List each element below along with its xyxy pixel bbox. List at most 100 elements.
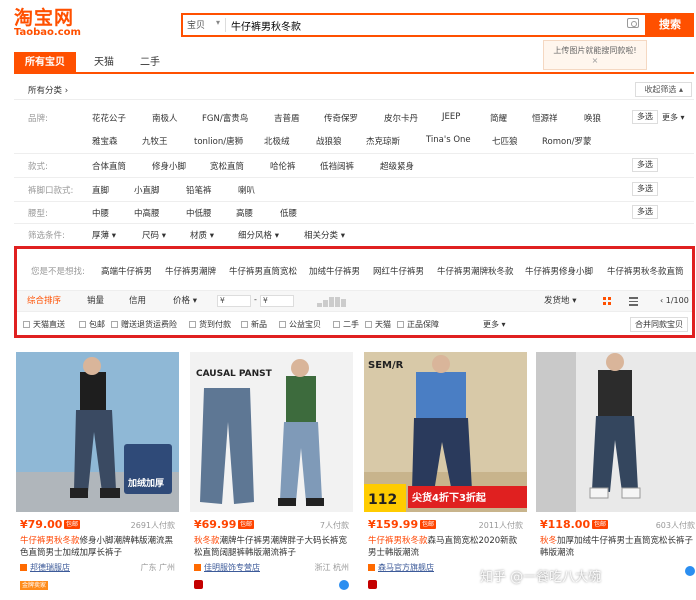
style-option[interactable]: 超级紧身 <box>380 160 414 172</box>
option-charity[interactable]: 公益宝贝 <box>279 319 321 330</box>
option-return-insurance[interactable]: 赠送退货运费险 <box>111 319 177 330</box>
condition-related-dropdown[interactable]: 相关分类 ▾ <box>304 229 345 241</box>
brand-option[interactable]: 花花公子 <box>92 112 126 124</box>
guess-suggestion[interactable]: 网红牛仔裤男 <box>373 265 424 277</box>
brand-option[interactable]: 唤狼 <box>584 112 601 124</box>
product-card[interactable]: SEM/R 112 尖货4折下3折起 ¥159.99 包邮 2011人付款 牛仔… <box>364 352 527 600</box>
list-view-icon[interactable] <box>629 297 638 306</box>
style-multi-select-button[interactable]: 多选 <box>632 158 658 172</box>
product-title[interactable]: 秋冬款潮牌牛仔裤男潮牌胖子大码长裤宽松直筒阔腿裤韩版潮流裤子 <box>194 535 350 559</box>
guess-suggestion[interactable]: 牛仔裤男潮牌 <box>165 265 216 277</box>
brand-option[interactable]: 杰克琼斯 <box>366 135 400 147</box>
leg-option[interactable]: 喇叭 <box>238 184 255 196</box>
brand-option[interactable]: Romon/罗蒙 <box>542 135 591 147</box>
condition-size-dropdown[interactable]: 尺码 ▾ <box>142 229 166 241</box>
product-image[interactable]: CAUSAL PANST <box>190 352 353 512</box>
brand-option[interactable]: 皮尔卡丹 <box>384 112 418 124</box>
guess-suggestion[interactable]: 牛仔裤男直筒宽松 <box>229 265 297 277</box>
leg-option[interactable]: 直脚 <box>92 184 109 196</box>
price-max-input[interactable]: ¥ <box>260 295 294 307</box>
option-new[interactable]: 新品 <box>241 319 267 330</box>
sort-price[interactable]: 价格 ▾ <box>173 291 197 311</box>
brand-option[interactable]: tonlion/唐狮 <box>194 135 243 147</box>
brand-option[interactable]: Tina's One <box>426 135 471 145</box>
option-cod[interactable]: 货到付款 <box>189 319 231 330</box>
brand-more-button[interactable]: 更多 ▾ <box>662 112 685 123</box>
style-option[interactable]: 低裆阔裤 <box>320 160 354 172</box>
search-scope-select[interactable]: 宝贝 <box>187 18 205 31</box>
leg-option[interactable]: 铅笔裤 <box>186 184 212 196</box>
leg-option[interactable]: 小直脚 <box>134 184 160 196</box>
brand-option[interactable]: 恒源祥 <box>532 112 558 124</box>
wangwang-chat-icon[interactable] <box>339 580 349 590</box>
ship-from-dropdown[interactable]: 发货地 ▾ <box>544 291 576 311</box>
shop-link[interactable]: 邦德瑞服店 <box>30 563 70 572</box>
brand-option[interactable]: 雅宝森 <box>92 135 118 147</box>
guess-suggestion[interactable]: 牛仔裤男修身小脚 <box>525 265 593 277</box>
brand-option[interactable]: 七匹狼 <box>492 135 518 147</box>
product-image[interactable]: 加绒加厚 <box>16 352 179 512</box>
style-option[interactable]: 宽松直筒 <box>210 160 244 172</box>
brand-option[interactable]: FGN/富贵鸟 <box>202 112 248 124</box>
waist-option[interactable]: 中腰 <box>92 207 109 219</box>
all-categories-link[interactable]: 所有分类 › <box>28 84 68 96</box>
guess-suggestion[interactable]: 牛仔裤男潮牌秋冬款 <box>437 265 514 277</box>
product-title[interactable]: 秋冬加厚加绒牛仔裤男士直筒宽松长裤子韩版潮流 <box>540 535 696 559</box>
product-image[interactable]: SEM/R 112 尖货4折下3折起 <box>364 352 527 512</box>
guess-suggestion[interactable]: 牛仔裤男秋冬款直筒 <box>607 265 684 277</box>
price-min-input[interactable]: ¥ <box>217 295 251 307</box>
product-title[interactable]: 牛仔裤男秋冬款森马直筒宽松2020新款男士韩版潮流 <box>368 535 524 559</box>
brand-option[interactable]: 战狼狼 <box>316 135 342 147</box>
collapse-filter-button[interactable]: 收起筛选 ▴ <box>635 82 692 97</box>
tab-second-hand[interactable]: 二手 <box>130 52 170 74</box>
search-input[interactable] <box>231 17 611 33</box>
product-card[interactable]: CAUSAL PANST ¥69.99 包邮 7人付款 秋冬款潮牌牛仔裤男潮牌胖… <box>190 352 353 600</box>
style-option[interactable]: 合体直筒 <box>92 160 126 172</box>
option-free-shipping[interactable]: 包邮 <box>79 319 105 330</box>
camera-icon[interactable] <box>627 18 639 28</box>
brand-option[interactable]: 南极人 <box>152 112 178 124</box>
product-image[interactable] <box>536 352 696 512</box>
tab-all[interactable]: 所有宝贝 <box>14 52 76 74</box>
sort-credit[interactable]: 信用 <box>129 291 146 311</box>
sort-default[interactable]: 综合排序 <box>27 291 61 311</box>
waist-multi-select-button[interactable]: 多选 <box>632 205 658 219</box>
grid-view-icon[interactable] <box>603 297 612 306</box>
style-option[interactable]: 哈伦裤 <box>270 160 296 172</box>
search-button[interactable]: 搜索 <box>646 13 694 37</box>
waist-option[interactable]: 低腰 <box>280 207 297 219</box>
combine-same-items-button[interactable]: 合并同款宝贝 <box>630 317 688 332</box>
brand-option[interactable]: 九牧王 <box>142 135 168 147</box>
condition-style-dropdown[interactable]: 细分风格 ▾ <box>238 229 279 241</box>
product-card[interactable]: ¥118.00 包邮 603人付款 秋冬加厚加绒牛仔裤男士直筒宽松长裤子韩版潮流 <box>536 352 696 600</box>
style-option[interactable]: 修身小脚 <box>152 160 186 172</box>
leg-multi-select-button[interactable]: 多选 <box>632 182 658 196</box>
price-range-bars[interactable] <box>317 297 347 307</box>
waist-option[interactable]: 中高腰 <box>134 207 160 219</box>
option-tmall-direct[interactable]: 天猫直送 <box>23 319 65 330</box>
shop-link[interactable]: 佳明服饰专营店 <box>204 563 260 572</box>
sort-sales[interactable]: 销量 <box>87 291 104 311</box>
tab-tmall[interactable]: 天猫 <box>84 52 124 74</box>
brand-option[interactable]: 吉普盾 <box>274 112 300 124</box>
condition-material-dropdown[interactable]: 材质 ▾ <box>190 229 214 241</box>
guess-suggestion[interactable]: 高端牛仔裤男 <box>101 265 152 277</box>
wangwang-chat-icon[interactable] <box>685 566 695 576</box>
brand-multi-select-button[interactable]: 多选 <box>632 110 658 124</box>
brand-option[interactable]: JEEP <box>442 112 460 122</box>
brand-option[interactable]: 北极绒 <box>264 135 290 147</box>
condition-thickness-dropdown[interactable]: 厚薄 ▾ <box>92 229 116 241</box>
option-genuine[interactable]: 正品保障 <box>397 319 439 330</box>
waist-option[interactable]: 高腰 <box>236 207 253 219</box>
taobao-logo[interactable]: 淘宝网 Taobao.com <box>14 8 81 38</box>
product-card[interactable]: 加绒加厚 ¥79.00 包邮 2691人付款 牛仔裤男秋冬款修身小脚潮牌韩版潮流… <box>16 352 179 600</box>
option-second-hand[interactable]: 二手 <box>333 319 359 330</box>
brand-option[interactable]: 简耀 <box>490 112 507 124</box>
brand-option[interactable]: 传奇保罗 <box>324 112 358 124</box>
shop-link[interactable]: 森马官方旗舰店 <box>378 563 434 572</box>
guess-suggestion[interactable]: 加绒牛仔裤男 <box>309 265 360 277</box>
waist-option[interactable]: 中低腰 <box>186 207 212 219</box>
chevron-down-icon[interactable]: ▾ <box>216 18 220 27</box>
options-more-button[interactable]: 更多 ▾ <box>483 319 506 330</box>
product-title[interactable]: 牛仔裤男秋冬款修身小脚潮牌韩版潮流黑色直筒男士加绒加厚长裤子 <box>20 535 176 559</box>
